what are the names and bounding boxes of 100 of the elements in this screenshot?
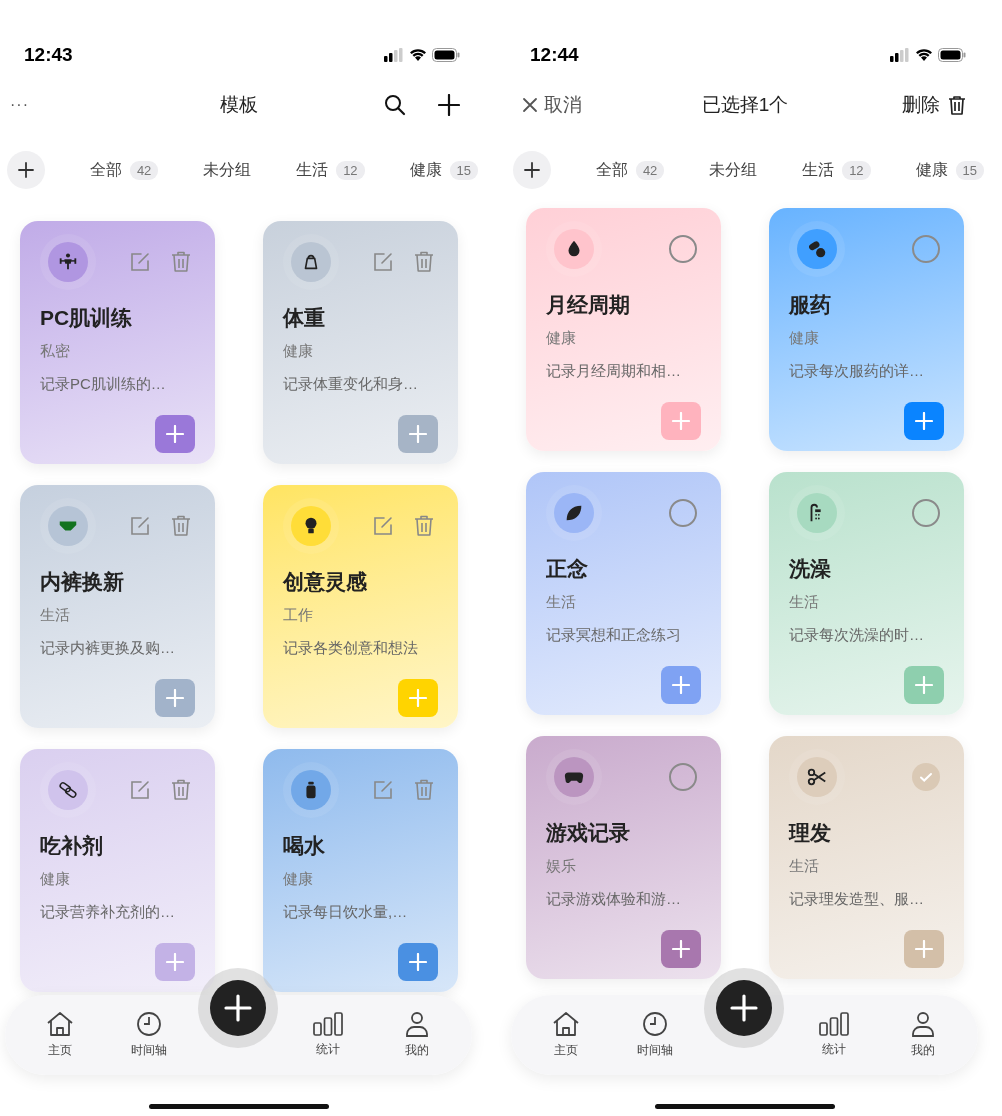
template-card[interactable]: 体重 健康 记录体重变化和身…	[263, 221, 458, 464]
search-icon[interactable]	[384, 94, 406, 116]
tab-label[interactable]: 统计	[821, 1041, 846, 1058]
delete-icon[interactable]	[414, 515, 434, 537]
add-record-button[interactable]	[904, 930, 944, 968]
delete-icon[interactable]	[171, 779, 191, 801]
plus-icon	[672, 676, 690, 694]
count-badge: 15	[955, 160, 984, 180]
cancel-link[interactable]: 取消	[544, 92, 582, 118]
tab-label[interactable]: 主页	[553, 1042, 578, 1059]
count-badge: 12	[336, 160, 365, 180]
edit-icon[interactable]	[372, 779, 394, 801]
add-button[interactable]	[210, 980, 266, 1036]
plus-icon	[915, 940, 933, 958]
more-menu-button[interactable]: ···	[10, 96, 29, 114]
tab-label[interactable]: 主页	[47, 1042, 72, 1059]
count-badge: 15	[449, 160, 478, 180]
delete-icon[interactable]	[171, 251, 191, 273]
template-card[interactable]: 内裤换新 生活 记录内裤更换及购…	[20, 485, 215, 728]
category-tab[interactable]: 生活	[296, 159, 329, 181]
add-record-button[interactable]	[661, 666, 701, 704]
template-card[interactable]: 服药 健康 记录每次服药的详…	[769, 208, 964, 451]
tab-label[interactable]: 我的	[911, 1042, 936, 1059]
close-icon[interactable]	[522, 97, 538, 113]
person-icon[interactable]	[911, 1011, 936, 1037]
category-tab[interactable]: 生活	[802, 159, 835, 181]
plus-icon	[409, 425, 427, 443]
add-category-button[interactable]	[7, 151, 45, 189]
edit-icon[interactable]	[129, 515, 151, 537]
template-card[interactable]: 喝水 健康 记录每日饮水量,…	[263, 749, 458, 992]
tab-label[interactable]: 时间轴	[131, 1042, 168, 1059]
category-tab[interactable]: 全部	[89, 159, 122, 181]
card-description: 记录冥想和正念练习	[546, 626, 682, 645]
plus-icon	[18, 162, 34, 178]
person-icon[interactable]	[405, 1011, 430, 1037]
edit-icon[interactable]	[372, 515, 394, 537]
trash-icon[interactable]	[948, 95, 966, 115]
category-tab[interactable]: 未分组	[203, 159, 252, 181]
select-checkbox[interactable]	[912, 499, 940, 527]
add-record-button[interactable]	[904, 666, 944, 704]
card-category: 私密	[40, 342, 71, 361]
template-card[interactable]: 创意灵感 工作 记录各类创意和想法	[263, 485, 458, 728]
select-checkbox[interactable]	[912, 235, 940, 263]
delete-icon[interactable]	[171, 515, 191, 537]
add-button[interactable]	[716, 980, 772, 1036]
add-icon[interactable]	[438, 94, 460, 116]
template-card[interactable]: 正念 生活 记录冥想和正念练习	[526, 472, 721, 715]
tab-label[interactable]: 时间轴	[637, 1042, 674, 1059]
add-record-button[interactable]	[661, 402, 701, 440]
category-tab[interactable]: 未分组	[709, 159, 758, 181]
plus-icon	[409, 689, 427, 707]
category-tab[interactable]: 全部	[595, 159, 628, 181]
template-card[interactable]: PC肌训练 私密 记录PC肌训练的…	[20, 221, 215, 464]
bar-chart-icon[interactable]	[312, 1012, 343, 1036]
select-checkbox[interactable]	[912, 763, 940, 791]
template-card[interactable]: 洗澡 生活 记录每次洗澡的时…	[769, 472, 964, 715]
home-icon[interactable]	[551, 1011, 580, 1037]
add-record-button[interactable]	[398, 415, 438, 453]
plus-icon	[166, 953, 184, 971]
card-description: 记录各类创意和想法	[283, 639, 419, 658]
category-tab[interactable]: 健康	[409, 159, 442, 181]
delete-icon[interactable]	[414, 251, 434, 273]
select-checkbox[interactable]	[669, 235, 697, 263]
add-record-button[interactable]	[904, 402, 944, 440]
add-record-button[interactable]	[155, 679, 195, 717]
template-card[interactable]: 月经周期 健康 记录月经周期和相…	[526, 208, 721, 451]
card-description: 记录营养补充剂的…	[40, 903, 176, 922]
home-icon[interactable]	[45, 1011, 74, 1037]
edit-icon[interactable]	[372, 251, 394, 273]
add-category-button[interactable]	[513, 151, 551, 189]
add-record-button[interactable]	[155, 415, 195, 453]
template-card[interactable]: 吃补剂 健康 记录营养补充剂的…	[20, 749, 215, 992]
select-checkbox[interactable]	[669, 763, 697, 791]
template-card[interactable]: 理发 生活 记录理发造型、服…	[769, 736, 964, 979]
edit-icon[interactable]	[129, 779, 151, 801]
clock-icon[interactable]	[642, 1011, 669, 1037]
delete-icon[interactable]	[414, 779, 434, 801]
card-title: 喝水	[283, 833, 326, 859]
tab-label[interactable]: 我的	[405, 1042, 430, 1059]
card-category: 生活	[789, 857, 820, 876]
select-checkbox[interactable]	[669, 499, 697, 527]
card-category: 健康	[283, 342, 314, 361]
wifi-icon	[915, 48, 933, 62]
plus-icon	[915, 676, 933, 694]
category-tab[interactable]: 健康	[915, 159, 948, 181]
add-record-button[interactable]	[155, 943, 195, 981]
card-title: PC肌训练	[40, 305, 134, 331]
card-category: 健康	[546, 329, 577, 348]
card-description: 记录每日饮水量,…	[283, 903, 409, 922]
bar-chart-icon[interactable]	[818, 1012, 849, 1036]
tab-label[interactable]: 统计	[315, 1041, 340, 1058]
add-record-button[interactable]	[398, 943, 438, 981]
clock-icon[interactable]	[136, 1011, 163, 1037]
edit-icon[interactable]	[129, 251, 151, 273]
card-title: 吃补剂	[40, 833, 104, 859]
card-category: 健康	[789, 329, 820, 348]
add-record-button[interactable]	[661, 930, 701, 968]
plus-icon	[166, 689, 184, 707]
template-card[interactable]: 游戏记录 娱乐 记录游戏体验和游…	[526, 736, 721, 979]
delete-link[interactable]: 删除	[902, 92, 940, 118]
